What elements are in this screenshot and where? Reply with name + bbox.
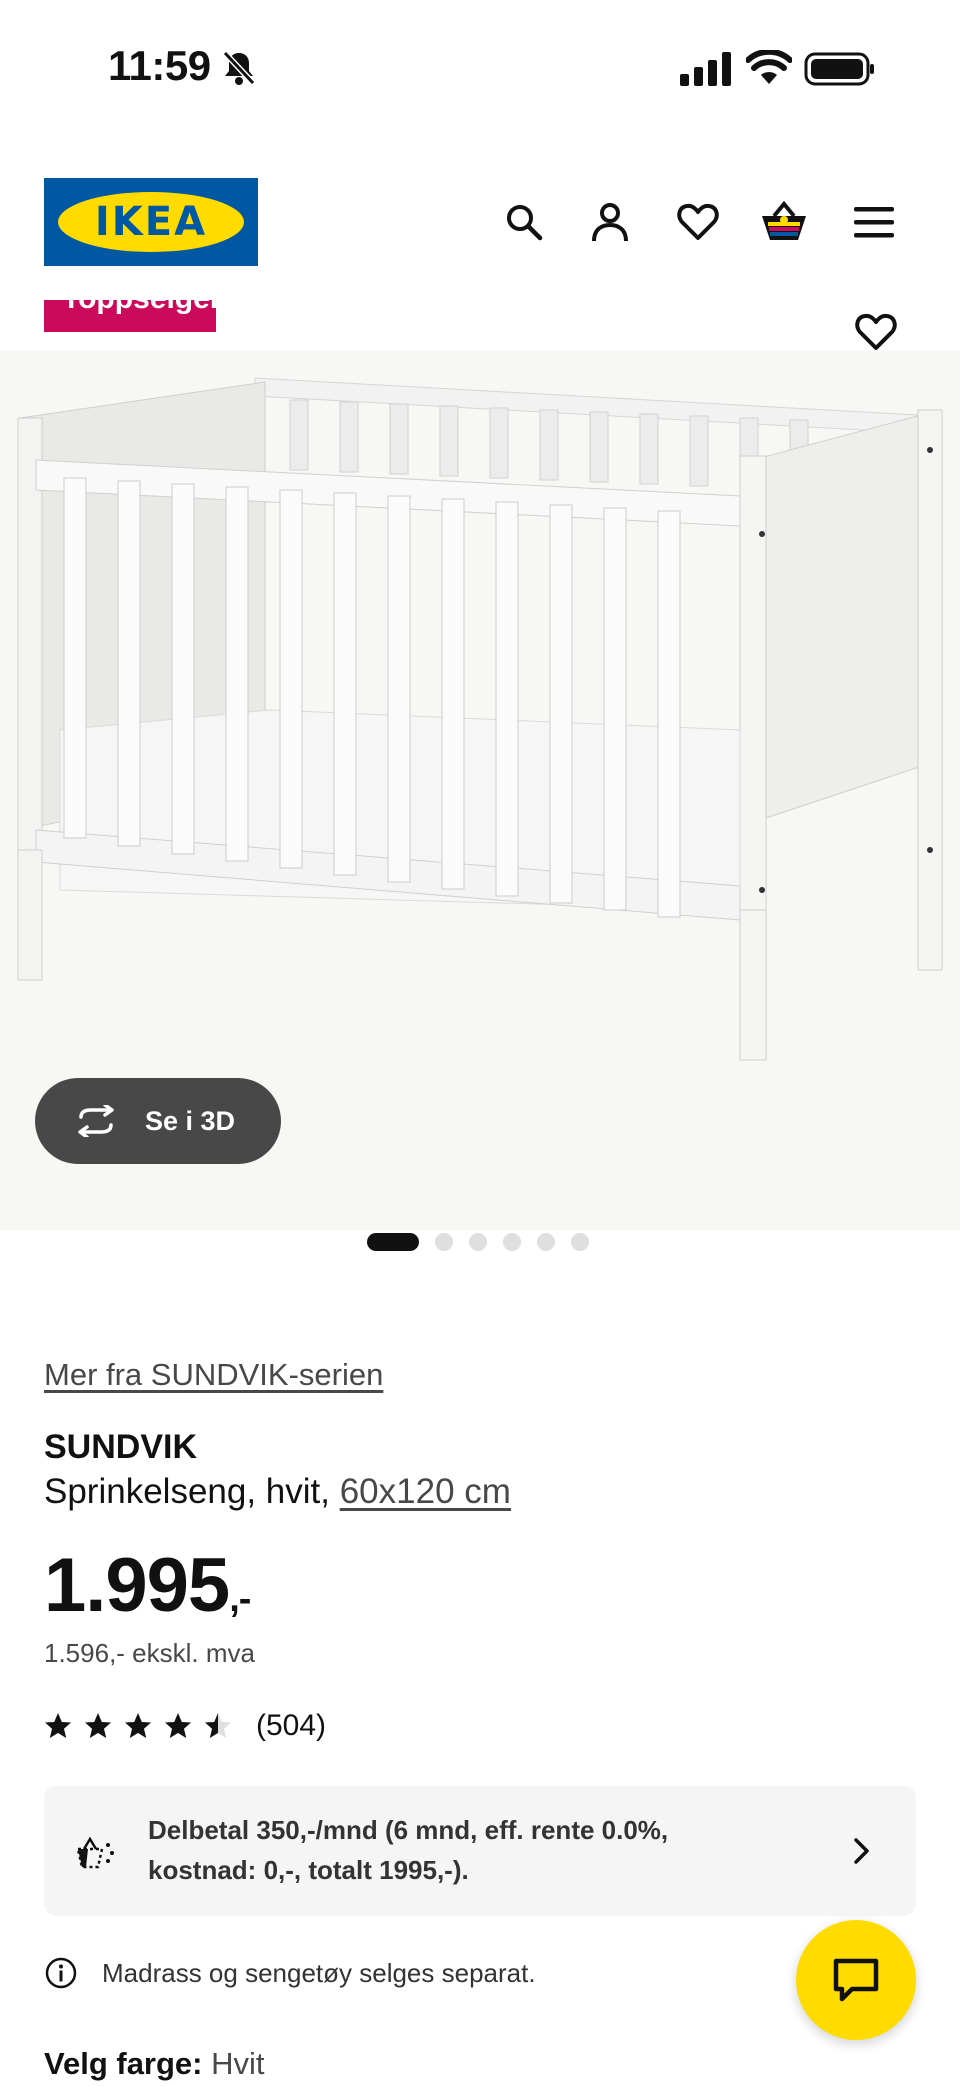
battery-icon — [804, 52, 874, 86]
menu-icon[interactable] — [850, 198, 898, 246]
rating-stars — [44, 1712, 232, 1740]
installment-text: Delbetal 350,-/mnd (6 mnd, eff. rente 0.… — [148, 1815, 669, 1885]
price-suffix: ,- — [229, 1578, 251, 1620]
half-star-icon — [205, 1713, 231, 1738]
chat-icon — [833, 1958, 879, 2002]
info-icon — [45, 1957, 77, 1989]
size-link[interactable]: 60x120 cm — [340, 1472, 511, 1511]
wifi-icon — [746, 50, 792, 84]
carousel-dot[interactable] — [503, 1233, 521, 1251]
color-value: Hvit — [211, 2046, 265, 2081]
rating-count: (504) — [256, 1709, 327, 1742]
add-to-favourites-button[interactable] — [848, 304, 904, 360]
header: IKEA — [0, 178, 960, 268]
description-text: Sprinkelseng, hvit, — [44, 1472, 330, 1511]
series-link[interactable]: Mer fra SUNDVIK-serien — [44, 1357, 383, 1393]
installment-icon — [76, 1836, 114, 1869]
view-3d-label: Se i 3D — [145, 1105, 236, 1136]
price: 1.995,- — [44, 1543, 251, 1639]
bestseller-badge: Toppselger — [44, 300, 216, 332]
heart-icon — [855, 313, 897, 350]
cell-signal-icon — [680, 52, 731, 86]
color-selector[interactable]: Velg farge: Hvit — [44, 2046, 265, 2082]
color-label: Velg farge: — [44, 2046, 203, 2081]
chat-button[interactable] — [796, 1920, 916, 2040]
star-icon — [85, 1713, 111, 1738]
search-icon[interactable] — [500, 198, 548, 246]
product-media: Toppselger Se i 3D — [0, 300, 960, 1230]
info-note: Madrass og sengetøy selges separat. — [44, 1954, 536, 1992]
star-icon — [125, 1713, 151, 1738]
heart-icon[interactable] — [674, 198, 722, 246]
chevron-right-icon — [854, 1838, 869, 1864]
installment-banner[interactable]: Delbetal 350,-/mnd (6 mnd, eff. rente 0.… — [44, 1786, 916, 1916]
status-time: 11:59 — [108, 42, 211, 89]
star-icon — [165, 1713, 191, 1738]
rating[interactable]: (504) — [44, 1706, 326, 1746]
carousel-dot[interactable] — [571, 1233, 589, 1251]
status-bar: 11:59 — [0, 0, 960, 140]
bell-muted-icon — [222, 50, 256, 86]
carousel-dot[interactable] — [537, 1233, 555, 1251]
ikea-logo[interactable]: IKEA — [44, 178, 258, 266]
rotate-3d-icon — [78, 1105, 114, 1137]
product-description: Sprinkelseng, hvit, 60x120 cm — [44, 1472, 511, 1512]
carousel-indicator — [367, 1232, 589, 1252]
logo-text: IKEA — [94, 199, 208, 245]
view-3d-button[interactable]: Se i 3D — [35, 1078, 281, 1164]
info-text: Madrass og sengetøy selges separat. — [102, 1957, 536, 1988]
price-excl-vat: 1.596,- ekskl. mva — [44, 1638, 255, 1668]
product-name: SUNDVIK — [44, 1428, 198, 1466]
carousel-dot[interactable] — [367, 1233, 419, 1251]
price-main: 1.995 — [44, 1543, 230, 1628]
carousel-dot[interactable] — [469, 1233, 487, 1251]
profile-icon[interactable] — [586, 198, 634, 246]
star-icon — [45, 1713, 71, 1738]
carousel-dot[interactable] — [435, 1233, 453, 1251]
basket-icon[interactable] — [760, 198, 808, 246]
